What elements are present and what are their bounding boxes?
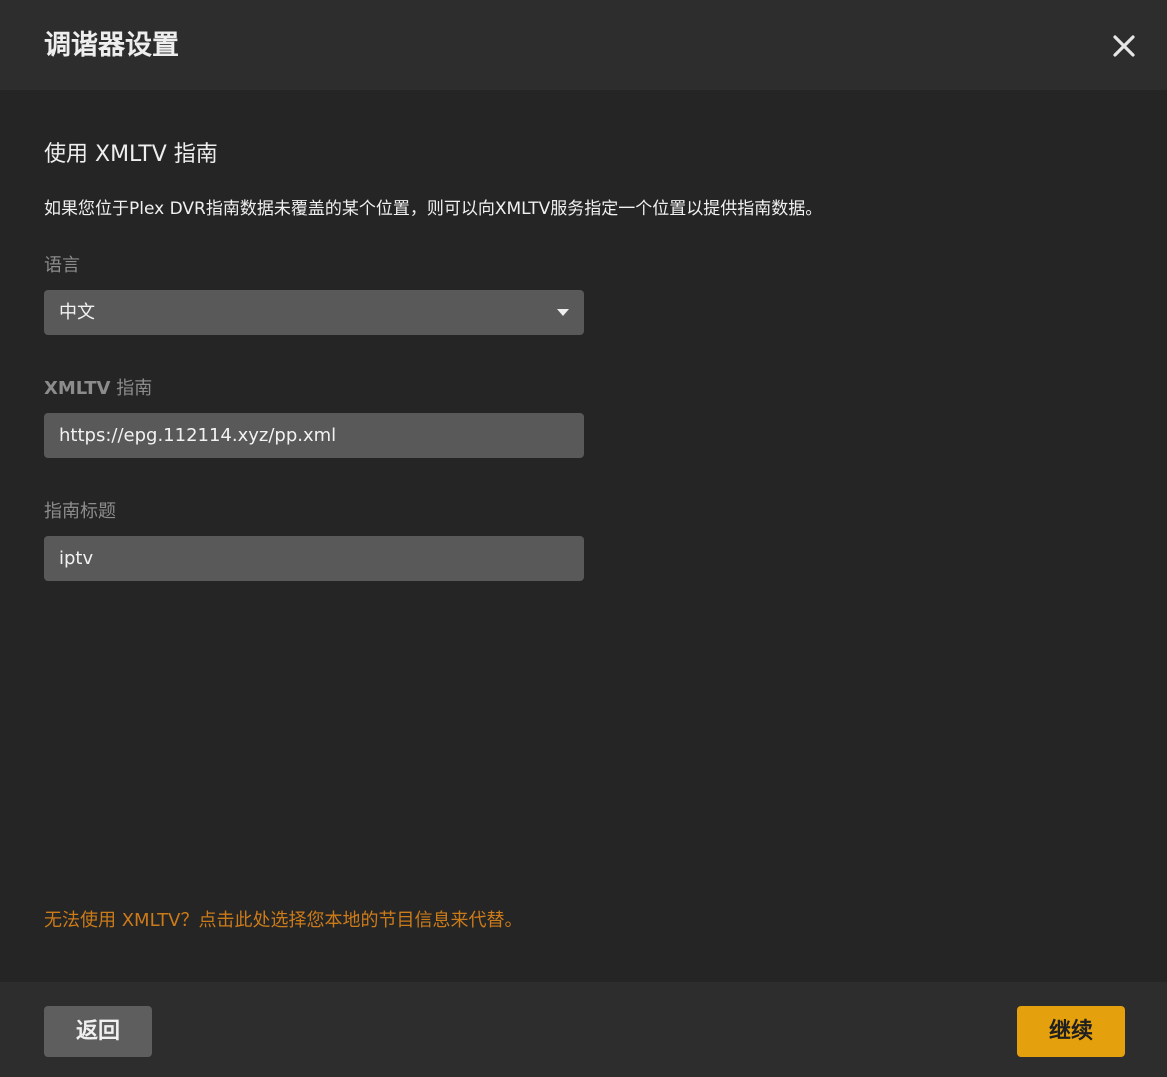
dialog-title: 调谐器设置	[44, 30, 179, 61]
language-select-value: 中文	[59, 302, 95, 323]
xmltv-guide-input[interactable]	[59, 413, 559, 458]
xmltv-guide-field	[44, 413, 584, 458]
language-label: 语言	[44, 255, 80, 276]
xmltv-guide-label-rest: 指南	[110, 378, 153, 399]
xmltv-guide-label: XMLTV 指南	[44, 376, 152, 402]
xmltv-guide-label-strong: XMLTV	[44, 378, 111, 399]
guide-title-field	[44, 536, 584, 581]
guide-title-input[interactable]	[59, 536, 559, 581]
guide-title-label: 指南标题	[44, 501, 116, 522]
section-title: 使用 XMLTV 指南	[44, 142, 218, 167]
local-guide-link[interactable]: 无法使用 XMLTV？点击此处选择您本地的节目信息来代替。	[44, 908, 522, 934]
tuner-settings-dialog: 调谐器设置 使用 XMLTV 指南 如果您位于Plex DVR指南数据未覆盖的某…	[0, 0, 1167, 1077]
close-icon	[1113, 35, 1135, 57]
caret-down-icon	[557, 309, 569, 316]
back-button[interactable]: 返回	[44, 1006, 152, 1057]
dialog-header: 调谐器设置	[0, 0, 1167, 90]
dialog-footer: 返回 继续	[0, 982, 1167, 1077]
language-select[interactable]: 中文	[44, 290, 584, 335]
continue-button[interactable]: 继续	[1017, 1006, 1125, 1057]
section-description: 如果您位于Plex DVR指南数据未覆盖的某个位置，则可以向XMLTV服务指定一…	[44, 199, 823, 219]
close-button[interactable]	[1108, 30, 1140, 62]
